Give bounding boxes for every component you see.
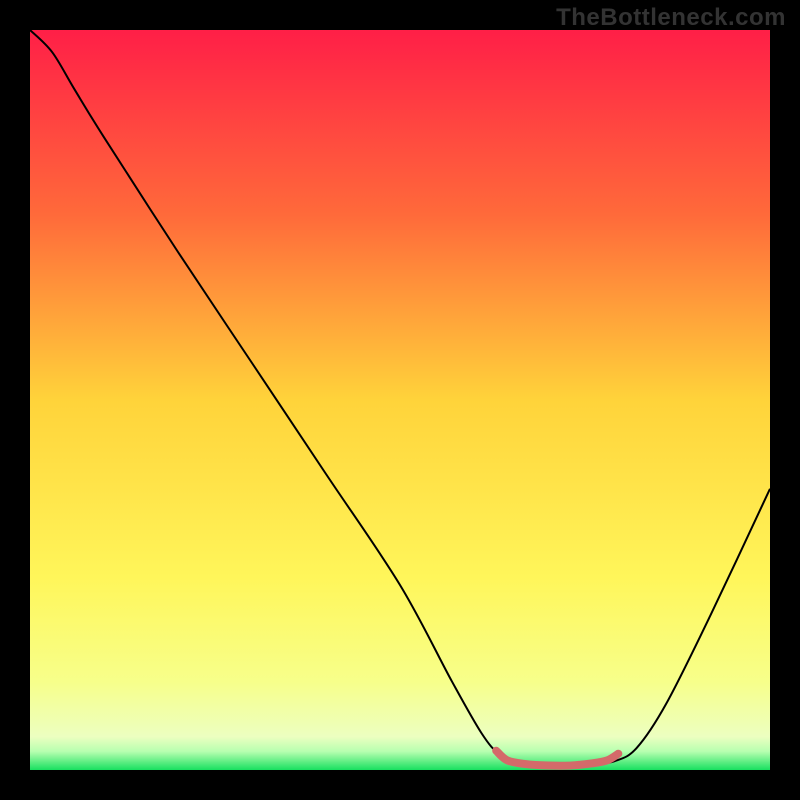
- plot-area: [30, 30, 770, 770]
- watermark-text: TheBottleneck.com: [556, 4, 786, 32]
- chart-svg: [30, 30, 770, 770]
- gradient-background: [30, 30, 770, 770]
- chart-frame: TheBottleneck.com: [0, 0, 800, 800]
